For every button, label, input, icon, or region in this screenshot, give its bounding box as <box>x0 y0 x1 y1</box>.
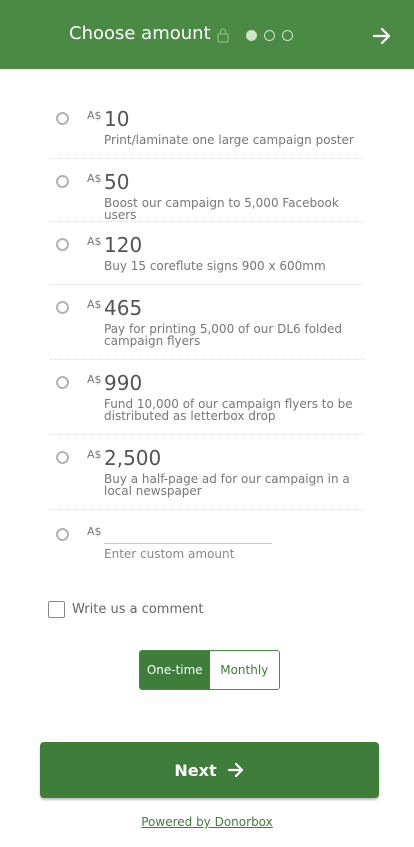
one-time-button[interactable]: One-time <box>140 651 210 689</box>
currency-label: A$ <box>87 448 102 461</box>
amount-option-465[interactable]: A$ 465 Pay for printing 5,000 of our DL6… <box>50 285 364 360</box>
step-dot-3 <box>282 30 293 41</box>
next-button-label: Next <box>174 760 217 780</box>
amount-description: Print/laminate one large campaign poster <box>104 133 354 147</box>
currency-label: A$ <box>87 109 102 122</box>
frequency-toggle: One-time Monthly <box>139 650 280 690</box>
currency-label: A$ <box>87 172 102 185</box>
amount-description: Boost our campaign to 5,000 Facebook use… <box>104 196 339 222</box>
powered-by-link[interactable]: Powered by Donorbox <box>0 815 414 829</box>
radio-button[interactable] <box>56 175 69 188</box>
amount-value: 465 <box>104 296 143 320</box>
amount-value: 990 <box>104 371 143 395</box>
amount-value: 10 <box>104 107 130 131</box>
amount-value: 50 <box>104 170 130 194</box>
amount-description: Buy a half-page ad for our campaign in a… <box>104 472 350 498</box>
radio-button[interactable] <box>56 112 69 125</box>
amount-option-990[interactable]: A$ 990 Fund 10,000 of our campaign flyer… <box>50 360 364 435</box>
amount-description: Buy 15 coreflute signs 900 x 600mm <box>104 259 326 273</box>
powered-by-text[interactable]: Powered by Donorbox <box>141 815 273 829</box>
custom-amount-input[interactable]: Enter custom amount <box>104 547 234 561</box>
amount-option-120[interactable]: A$ 120 Buy 15 coreflute signs 900 x 600m… <box>50 222 364 285</box>
monthly-button[interactable]: Monthly <box>209 651 279 689</box>
step-dot-1 <box>246 30 257 41</box>
header-next-arrow-icon[interactable] <box>372 26 392 46</box>
currency-label: A$ <box>87 373 102 386</box>
amount-value: 2,500 <box>104 446 162 470</box>
currency-label: A$ <box>87 298 102 311</box>
step-indicator <box>246 30 293 41</box>
amount-value: 120 <box>104 233 143 257</box>
header-bar: Choose amount <box>0 0 414 69</box>
radio-button[interactable] <box>56 301 69 314</box>
amount-option-custom[interactable]: A$ <box>50 510 364 570</box>
arrow-right-icon <box>227 762 243 778</box>
amount-options: A$ 10 Print/laminate one large campaign … <box>50 96 364 570</box>
amount-option-10[interactable]: A$ 10 Print/laminate one large campaign … <box>50 96 364 159</box>
comment-checkbox-label[interactable]: Write us a comment <box>72 602 203 617</box>
comment-checkbox[interactable] <box>48 601 65 618</box>
step-dot-2 <box>264 30 275 41</box>
amount-option-2500[interactable]: A$ 2,500 Buy a half-page ad for our camp… <box>50 435 364 510</box>
amount-option-50[interactable]: A$ 50 Boost our campaign to 5,000 Facebo… <box>50 159 364 222</box>
lock-icon <box>217 28 229 43</box>
custom-amount-input-underline <box>104 543 272 544</box>
amount-description: Fund 10,000 of our campaign flyers to be… <box>104 397 353 423</box>
next-button[interactable]: Next <box>40 742 379 798</box>
currency-label: A$ <box>87 525 102 538</box>
page-title: Choose amount <box>69 23 211 44</box>
radio-button[interactable] <box>56 451 69 464</box>
radio-button[interactable] <box>56 376 69 389</box>
radio-button[interactable] <box>56 528 69 541</box>
amount-description: Pay for printing 5,000 of our DL6 folded… <box>104 322 342 348</box>
currency-label: A$ <box>87 235 102 248</box>
radio-button[interactable] <box>56 238 69 251</box>
